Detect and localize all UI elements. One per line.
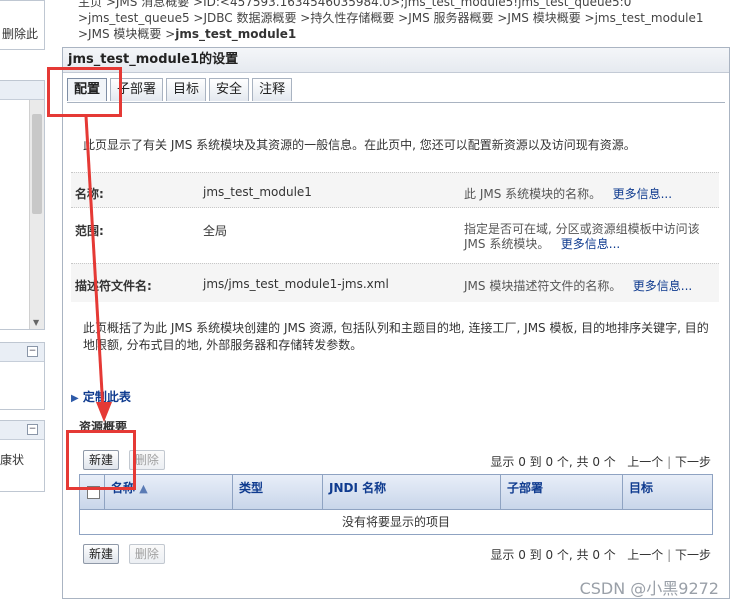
watermark: CSDN @小黑9272 — [579, 579, 719, 598]
annotation-arrow — [84, 115, 112, 422]
